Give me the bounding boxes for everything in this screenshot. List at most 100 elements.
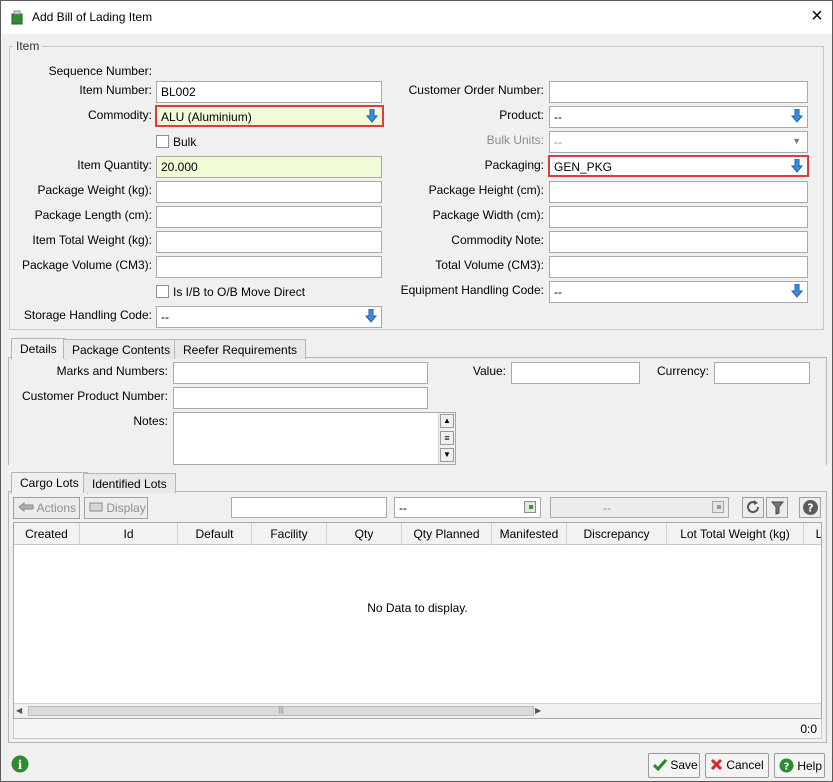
help-label: Help [797, 759, 823, 774]
package-weight-label: Package Weight (kg): [37, 183, 153, 197]
dropdown-arrow-icon[interactable] [790, 108, 804, 126]
equipment-handling-value: -- [554, 285, 562, 299]
help-button[interactable]: ? Help [774, 753, 825, 778]
total-volume-label: Total Volume (CM3): [435, 258, 544, 272]
svg-text:i: i [18, 758, 23, 772]
tab-package-contents[interactable]: Package Contents [63, 339, 180, 359]
bulk-checkbox[interactable] [156, 135, 169, 148]
window-title: Add Bill of Lading Item [32, 10, 153, 24]
bulk-label: Bulk [173, 135, 197, 149]
marks-numbers-label: Marks and Numbers: [56, 364, 168, 378]
notes-scrollbar[interactable]: ▲ ≡ ▼ [438, 413, 455, 464]
currency-field[interactable] [714, 362, 810, 384]
column-header-qty[interactable]: Qty [327, 523, 402, 545]
packaging-select[interactable]: GEN_PKG [548, 155, 809, 177]
scroll-left-icon[interactable]: ◀ [16, 705, 27, 717]
close-icon[interactable]: × [807, 5, 827, 27]
value-field[interactable] [511, 362, 640, 384]
commodity-note-field[interactable] [549, 231, 808, 253]
column-header-discrepancy[interactable]: Discrepancy [567, 523, 667, 545]
customer-order-field[interactable] [549, 81, 808, 103]
equipment-handling-select[interactable]: -- [549, 281, 808, 303]
check-icon [652, 758, 668, 774]
save-button[interactable]: Save [648, 753, 700, 778]
cross-icon [710, 758, 723, 774]
item-quantity-field[interactable]: 20.000 [156, 156, 382, 178]
dropdown-arrow-icon[interactable] [364, 308, 378, 326]
customer-product-label: Customer Product Number: [21, 389, 168, 403]
cancel-button[interactable]: Cancel [705, 753, 769, 778]
tab-reefer-requirements[interactable]: Reefer Requirements [174, 339, 307, 359]
product-value: -- [554, 110, 562, 124]
lots-table: Created Id Default Facility Qty Qty Plan… [13, 522, 822, 719]
item-group-title: Item [13, 39, 43, 53]
help-button-small[interactable]: ? [799, 497, 821, 518]
move-direct-checkbox[interactable] [156, 285, 169, 298]
packaging-label: Packaging: [484, 158, 544, 172]
refresh-icon [746, 500, 761, 518]
title-bar: Add Bill of Lading Item × [1, 1, 832, 34]
tab-cargo-lots[interactable]: Cargo Lots [11, 472, 88, 494]
storage-handling-select[interactable]: -- [156, 306, 382, 328]
package-weight-field[interactable] [156, 181, 382, 203]
scroll-thumb-icon[interactable]: ≡ [440, 431, 454, 445]
package-volume-field[interactable] [156, 256, 382, 278]
scroll-down-icon[interactable]: ▼ [440, 448, 454, 462]
item-quantity-label: Item Quantity: [77, 158, 152, 172]
actions-button[interactable]: Actions [13, 497, 80, 519]
dropdown-arrow-icon[interactable] [790, 158, 804, 175]
svg-text:?: ? [784, 762, 790, 773]
package-width-label: Package Width (cm): [432, 208, 544, 222]
lots-search-field[interactable] [231, 497, 387, 518]
move-direct-label: Is I/B to O/B Move Direct [173, 285, 306, 299]
dropdown-arrow-icon[interactable] [790, 283, 804, 301]
table-horizontal-scrollbar[interactable]: ◀ ||| ▶ [14, 703, 821, 718]
filter-dropdown-icon [712, 501, 724, 513]
column-header-default[interactable]: Default [178, 523, 252, 545]
svg-text:?: ? [807, 502, 813, 515]
package-width-field[interactable] [549, 206, 808, 228]
scroll-right-icon[interactable]: ▶ [535, 705, 546, 717]
column-header-lot-total-weight[interactable]: Lot Total Weight (kg) [667, 523, 804, 545]
notes-textarea[interactable]: ▲ ≡ ▼ [173, 412, 456, 465]
display-button[interactable]: Display [84, 497, 148, 519]
total-volume-field[interactable] [549, 256, 808, 278]
lots-filter-select-2: -- [550, 497, 729, 518]
lots-filter-select-1[interactable]: -- [394, 497, 541, 518]
info-icon[interactable]: i [11, 755, 29, 773]
column-header-lot[interactable]: Lot [804, 523, 821, 545]
storage-handling-label: Storage Handling Code: [23, 308, 152, 322]
customer-product-field[interactable] [173, 387, 428, 409]
table-status-bar: 0:0 [13, 719, 822, 739]
lots-filter-value-1: -- [399, 501, 407, 515]
scroll-thumb[interactable]: ||| [28, 706, 534, 716]
filter-dropdown-icon[interactable] [524, 501, 536, 513]
package-height-field[interactable] [549, 181, 808, 203]
item-total-weight-field[interactable] [156, 231, 382, 253]
dropdown-arrow-icon[interactable] [365, 108, 379, 125]
tab-details[interactable]: Details [11, 338, 66, 360]
actions-label: Actions [36, 501, 77, 515]
bulk-units-label: Bulk Units: [486, 133, 544, 147]
column-header-id[interactable]: Id [80, 523, 178, 545]
packaging-value: GEN_PKG [554, 160, 613, 174]
value-label: Value: [472, 364, 506, 378]
item-number-field[interactable]: BL002 [156, 81, 382, 103]
filter-button[interactable] [766, 497, 788, 518]
package-length-field[interactable] [156, 206, 382, 228]
chevron-down-icon: ▼ [792, 136, 801, 146]
scroll-up-icon[interactable]: ▲ [440, 414, 454, 428]
help-icon: ? [779, 758, 794, 776]
bulk-units-value: -- [554, 135, 562, 149]
refresh-button[interactable] [742, 497, 764, 518]
column-header-created[interactable]: Created [14, 523, 80, 545]
commodity-value: ALU (Aluminium) [161, 110, 252, 124]
sequence-number-label: Sequence Number: [48, 64, 152, 78]
marks-numbers-field[interactable] [173, 362, 428, 384]
column-header-facility[interactable]: Facility [252, 523, 327, 545]
column-header-manifested[interactable]: Manifested [492, 523, 567, 545]
commodity-select[interactable]: ALU (Aluminium) [155, 105, 384, 127]
product-select[interactable]: -- [549, 106, 808, 128]
column-header-qty-planned[interactable]: Qty Planned [402, 523, 492, 545]
tab-identified-lots[interactable]: Identified Lots [83, 473, 176, 493]
